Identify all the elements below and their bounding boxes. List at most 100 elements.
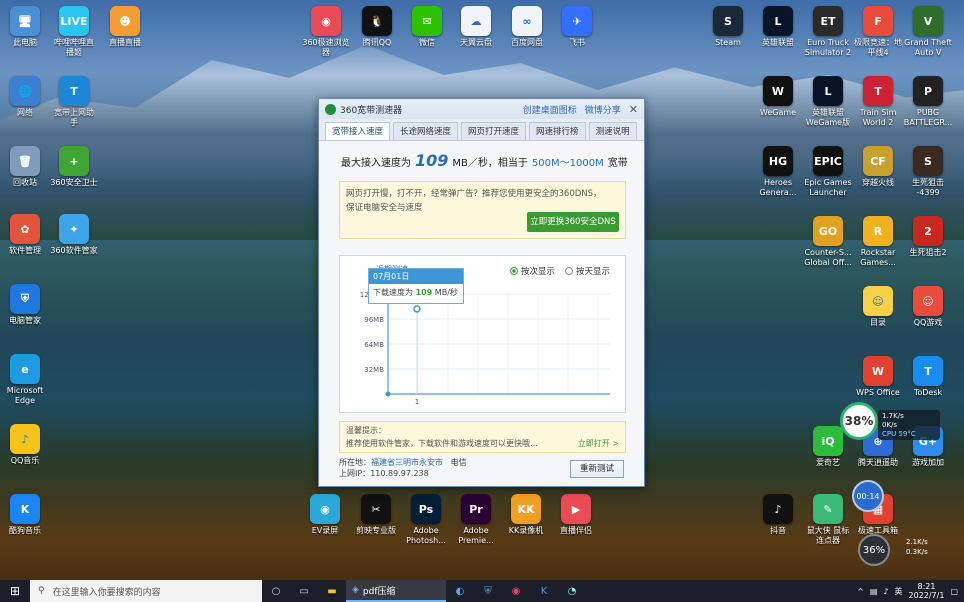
switch-dns-button[interactable]: 立即更换360安全DNS	[527, 212, 619, 232]
windows-start-icon[interactable]: ⊞	[0, 580, 30, 602]
wps-icon: W	[863, 356, 893, 386]
create-shortcut-link[interactable]: 创建桌面图标	[523, 103, 577, 116]
location-info: 所在地：福建省三明市永安市 电信 上网IP：110.89.97.238	[339, 457, 467, 479]
desktop-icon-label: Steam	[715, 38, 741, 47]
desktop-360-software[interactable]: ✦ 360软件管家	[42, 214, 106, 256]
kk-recorder-icon: KK	[511, 494, 541, 524]
ip-value: 110.89.97.238	[370, 469, 429, 478]
desktop-icon-label: QQ音乐	[10, 456, 40, 465]
wegame-icon: W	[763, 76, 793, 106]
kugou-taskbar-icon[interactable]: K	[530, 580, 558, 602]
360-logo-icon	[325, 103, 336, 115]
desktop-feishu[interactable]: ✈ 飞书	[545, 6, 609, 48]
clock[interactable]: 8:21 2022/7/1	[909, 582, 945, 600]
weibo-share-link[interactable]: 微博分享	[585, 103, 621, 116]
speedtest-taskbar-icon[interactable]: ◔	[558, 580, 586, 602]
tab-access-speed[interactable]: 宽带接入速度	[325, 122, 391, 140]
tooltip-unit: MB/秒	[434, 288, 458, 297]
desktop-qq-music[interactable]: ♪ QQ音乐	[0, 424, 57, 466]
radio-by-count[interactable]: 按次显示	[510, 265, 555, 277]
location-label: 所在地：	[339, 458, 371, 467]
desktop-edge[interactable]: e Microsoft Edge	[0, 354, 57, 406]
desktop-qq-game[interactable]: ☺ QQ游戏	[896, 286, 960, 328]
desktop-icon-label: Microsoft Edge	[6, 386, 44, 405]
live-companion-icon: ▶	[561, 494, 591, 524]
memory-bubble[interactable]: 36%	[858, 534, 890, 566]
desktop-todesk[interactable]: T ToDesk	[896, 356, 960, 398]
desktop-pc-manager[interactable]: ⛨ 电脑管家	[0, 284, 57, 326]
desktop-icon-label: KK录像机	[508, 526, 544, 535]
desktop-icon-label: 网络	[17, 108, 33, 117]
tray-network-icon[interactable]: ▤	[870, 587, 878, 596]
isp-value: 电信	[450, 458, 467, 467]
search-placeholder: 在这里输入你要搜索的内容	[52, 587, 161, 598]
taskbar: ⊞ ⚲ 在这里输入你要搜索的内容 ○ ▭ ▬ ◈ pdf压缩 ◐ ⛨ ◉ K ◔…	[0, 580, 964, 602]
retest-button[interactable]: 重新测试	[570, 460, 624, 478]
desktop-broadband-helper[interactable]: T 宽带上网助 手	[42, 76, 106, 128]
desktop-shengsi2[interactable]: 2 生死狙击2	[896, 216, 960, 258]
crossfire-icon: CF	[863, 146, 893, 176]
desktop-kugou[interactable]: K 酷狗音乐	[0, 494, 57, 536]
desktop-live-companion[interactable]: ▶ 直播伴侣	[544, 494, 608, 536]
search-icon: ⚲	[38, 586, 45, 596]
file-explorer-icon[interactable]: ▬	[318, 580, 346, 602]
float-ball-percent[interactable]: 38%	[840, 402, 878, 440]
desktop-icon-label: QQ游戏	[913, 318, 943, 327]
desktop-icon-label: 飞书	[569, 38, 585, 47]
tab-bar: 宽带接入速度 长途网络速度 网页打开速度 网速排行榜 测速说明	[319, 119, 644, 141]
360-security-icon: +	[59, 146, 89, 176]
desktop-icon-label: Epic Games Launcher	[804, 178, 852, 197]
open-now-link[interactable]: 立即打开 >	[578, 437, 619, 450]
desktop-icon-label: 爱奇艺	[816, 458, 840, 467]
iqiyi-icon: iQ	[813, 426, 843, 456]
system-tray: ^ ▤ ♪ 英 8:21 2022/7/1 ▢	[857, 582, 964, 600]
tray-volume-icon[interactable]: ♪	[883, 587, 888, 596]
desktop-icon-label: 百度网盘	[511, 38, 543, 47]
baidu-pan-icon: ∞	[512, 6, 542, 36]
tab-help[interactable]: 测速说明	[588, 122, 637, 140]
taskbar-pdf-compress[interactable]: ◈ pdf压缩	[346, 580, 446, 602]
desktop-icon-label: WPS Office	[856, 388, 900, 397]
pc-manager-taskbar-icon[interactable]: ⛨	[474, 580, 502, 602]
tip-title: 温馨提示：	[346, 426, 386, 435]
edge-taskbar-icon[interactable]: ◐	[446, 580, 474, 602]
radio-by-day[interactable]: 按天显示	[565, 265, 610, 277]
desktop-gta[interactable]: V Grand Theft Auto V	[896, 6, 960, 58]
speed-equivalent: 500M～1000M	[531, 158, 604, 169]
task-view-icon[interactable]: ▭	[290, 580, 318, 602]
close-icon[interactable]: ✕	[629, 103, 638, 116]
desktop-icon-label: 直播伴侣	[560, 526, 592, 535]
feishu-icon: ✈	[562, 6, 592, 36]
taskbar-search[interactable]: ⚲ 在这里输入你要搜索的内容	[30, 580, 262, 602]
notification-icon[interactable]: ▢	[950, 587, 958, 596]
desktop-icon-label: 游戏加加	[912, 458, 944, 467]
cortana-icon[interactable]: ○	[262, 580, 290, 602]
shengsi-icon: S	[913, 146, 943, 176]
desktop-shengsi[interactable]: S 生死狙击 -4399	[896, 146, 960, 198]
upload-rate: 1.7K/s	[882, 412, 904, 420]
computer-icon: 🖥	[10, 6, 40, 36]
clock-time: 8:21	[917, 582, 936, 591]
desktop-icon-label: 哔哩哔哩直 播姬	[54, 38, 94, 57]
lol-wegame-icon: L	[813, 76, 843, 106]
desktop-icon-label: 腾天逍遥助	[858, 458, 898, 467]
desktop-icon-label: 天翼云盘	[460, 38, 492, 47]
tab-long-distance[interactable]: 长途网络速度	[393, 122, 459, 140]
timer-bubble[interactable]: 00:14	[852, 480, 884, 512]
desktop-live-app[interactable]: ☻ 直播直播	[93, 6, 157, 48]
y-tick-label: 96MB	[364, 316, 384, 324]
desktop-icon-label: 回收站	[13, 178, 37, 187]
desktop-icon-label: 穿越火线	[862, 178, 894, 187]
radio-on-icon	[510, 267, 518, 275]
desktop-pubg[interactable]: P PUBG BATTLEGR...	[896, 76, 960, 128]
360-browser-taskbar-icon[interactable]: ◉	[502, 580, 530, 602]
tray-show-hidden-icon[interactable]: ^	[857, 587, 864, 596]
lol-icon: L	[763, 6, 793, 36]
ime-indicator[interactable]: 英	[895, 586, 903, 597]
desktop-icon-label: 生死狙击2	[909, 248, 947, 257]
tab-page-open[interactable]: 网页打开速度	[461, 122, 527, 140]
desktop-360-security[interactable]: +360安全卫士	[42, 146, 106, 188]
tab-ranking[interactable]: 网速排行榜	[529, 122, 586, 140]
ev-recorder-icon: ◉	[310, 494, 340, 524]
360-software-icon: ✦	[59, 214, 89, 244]
